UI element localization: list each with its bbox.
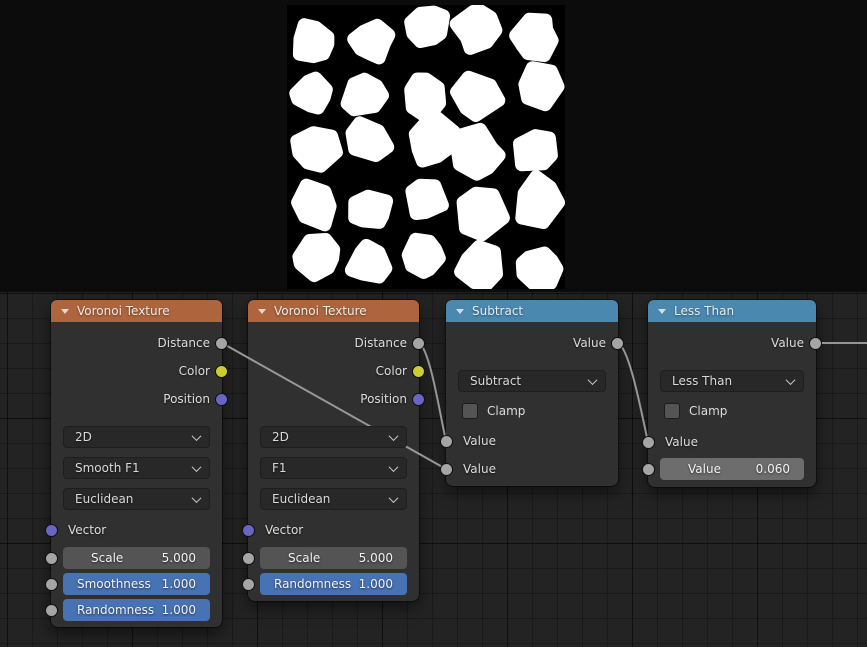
node-title: Less Than <box>674 304 734 318</box>
blender-shader-editor: Voronoi Texture Distance Color Position … <box>0 0 867 647</box>
chevron-down-icon <box>389 493 399 503</box>
value-input-socket-1[interactable] <box>440 435 453 448</box>
smoothness-value: 1.000 <box>162 577 196 591</box>
scale-value: 5.000 <box>359 551 393 565</box>
node-title: Voronoi Texture <box>274 304 367 318</box>
threshold-value: 0.060 <box>756 462 790 476</box>
randomness-input-socket[interactable] <box>45 604 58 617</box>
position-output-socket[interactable] <box>215 393 228 406</box>
value-input-label: Value <box>665 435 698 449</box>
node-title: Subtract <box>472 304 523 318</box>
clamp-row: Clamp <box>664 400 727 422</box>
color-output-socket[interactable] <box>215 365 228 378</box>
dimensions-dropdown[interactable]: 2D <box>260 426 407 448</box>
randomness-value: 1.000 <box>359 577 393 591</box>
node-header[interactable]: Voronoi Texture <box>51 300 222 322</box>
dimensions-dropdown[interactable]: 2D <box>63 426 210 448</box>
node-header[interactable]: Subtract <box>446 300 618 322</box>
output-position-label: Position <box>360 392 407 406</box>
smoothness-slider[interactable]: Smoothness 1.000 <box>63 573 210 595</box>
node-editor-canvas[interactable]: Voronoi Texture Distance Color Position … <box>0 292 867 647</box>
voronoi-preview-image <box>287 5 565 289</box>
chevron-down-icon <box>786 375 796 385</box>
vector-input-label: Vector <box>265 523 303 537</box>
scale-slider[interactable]: Scale 5.000 <box>63 547 210 569</box>
randomness-slider[interactable]: Randomness 1.000 <box>260 573 407 595</box>
scale-value: 5.000 <box>162 551 196 565</box>
operation-dropdown[interactable]: Less Than <box>660 370 804 392</box>
threshold-input-socket[interactable] <box>642 463 655 476</box>
color-output-socket[interactable] <box>412 365 425 378</box>
node-header[interactable]: Voronoi Texture <box>248 300 419 322</box>
value-input-socket[interactable] <box>642 436 655 449</box>
chevron-down-icon <box>192 431 202 441</box>
output-color-label: Color <box>376 364 407 378</box>
collapse-icon[interactable] <box>658 309 666 314</box>
value-output-socket[interactable] <box>611 337 624 350</box>
randomness-value: 1.000 <box>162 603 196 617</box>
value-output-label: Value <box>771 336 804 350</box>
scale-input-socket[interactable] <box>45 552 58 565</box>
output-color-label: Color <box>179 364 210 378</box>
output-distance-label: Distance <box>158 336 210 350</box>
randomness-slider[interactable]: Randomness 1.000 <box>63 599 210 621</box>
operation-dropdown[interactable]: Subtract <box>458 370 606 392</box>
chevron-down-icon <box>588 375 598 385</box>
feature-dropdown[interactable]: Smooth F1 <box>63 457 210 479</box>
chevron-down-icon <box>192 493 202 503</box>
clamp-checkbox[interactable] <box>462 403 478 419</box>
clamp-row: Clamp <box>462 400 525 422</box>
randomness-input-socket[interactable] <box>242 578 255 591</box>
chevron-down-icon <box>389 431 399 441</box>
node-title: Voronoi Texture <box>77 304 170 318</box>
scale-input-socket[interactable] <box>242 552 255 565</box>
distance-metric-dropdown[interactable]: Euclidean <box>63 488 210 510</box>
collapse-icon[interactable] <box>258 309 266 314</box>
node-subtract[interactable]: Subtract Value Subtract Clamp Value Valu… <box>446 300 618 486</box>
feature-dropdown[interactable]: F1 <box>260 457 407 479</box>
value-output-label: Value <box>573 336 606 350</box>
value-input-label: Value <box>463 434 496 448</box>
clamp-label: Clamp <box>689 404 727 418</box>
output-position-label: Position <box>163 392 210 406</box>
collapse-icon[interactable] <box>456 309 464 314</box>
vector-input-socket[interactable] <box>45 524 58 537</box>
value-input-label: Value <box>463 462 496 476</box>
node-less-than[interactable]: Less Than Value Less Than Clamp Value Va… <box>648 300 816 487</box>
distance-output-socket[interactable] <box>215 337 228 350</box>
distance-output-socket[interactable] <box>412 337 425 350</box>
node-voronoi-texture-1[interactable]: Voronoi Texture Distance Color Position … <box>51 300 222 627</box>
scale-slider[interactable]: Scale 5.000 <box>260 547 407 569</box>
position-output-socket[interactable] <box>412 393 425 406</box>
output-distance-label: Distance <box>355 336 407 350</box>
clamp-checkbox[interactable] <box>664 403 680 419</box>
clamp-label: Clamp <box>487 404 525 418</box>
chevron-down-icon <box>192 462 202 472</box>
vector-input-socket[interactable] <box>242 524 255 537</box>
node-voronoi-texture-2[interactable]: Voronoi Texture Distance Color Position … <box>248 300 419 601</box>
chevron-down-icon <box>389 462 399 472</box>
smoothness-input-socket[interactable] <box>45 578 58 591</box>
value-input-socket-2[interactable] <box>440 463 453 476</box>
vector-input-label: Vector <box>68 523 106 537</box>
node-header[interactable]: Less Than <box>648 300 816 322</box>
render-preview-area <box>0 0 867 292</box>
value-output-socket[interactable] <box>809 337 822 350</box>
threshold-value-field[interactable]: Value 0.060 <box>660 458 804 480</box>
collapse-icon[interactable] <box>61 309 69 314</box>
distance-metric-dropdown[interactable]: Euclidean <box>260 488 407 510</box>
